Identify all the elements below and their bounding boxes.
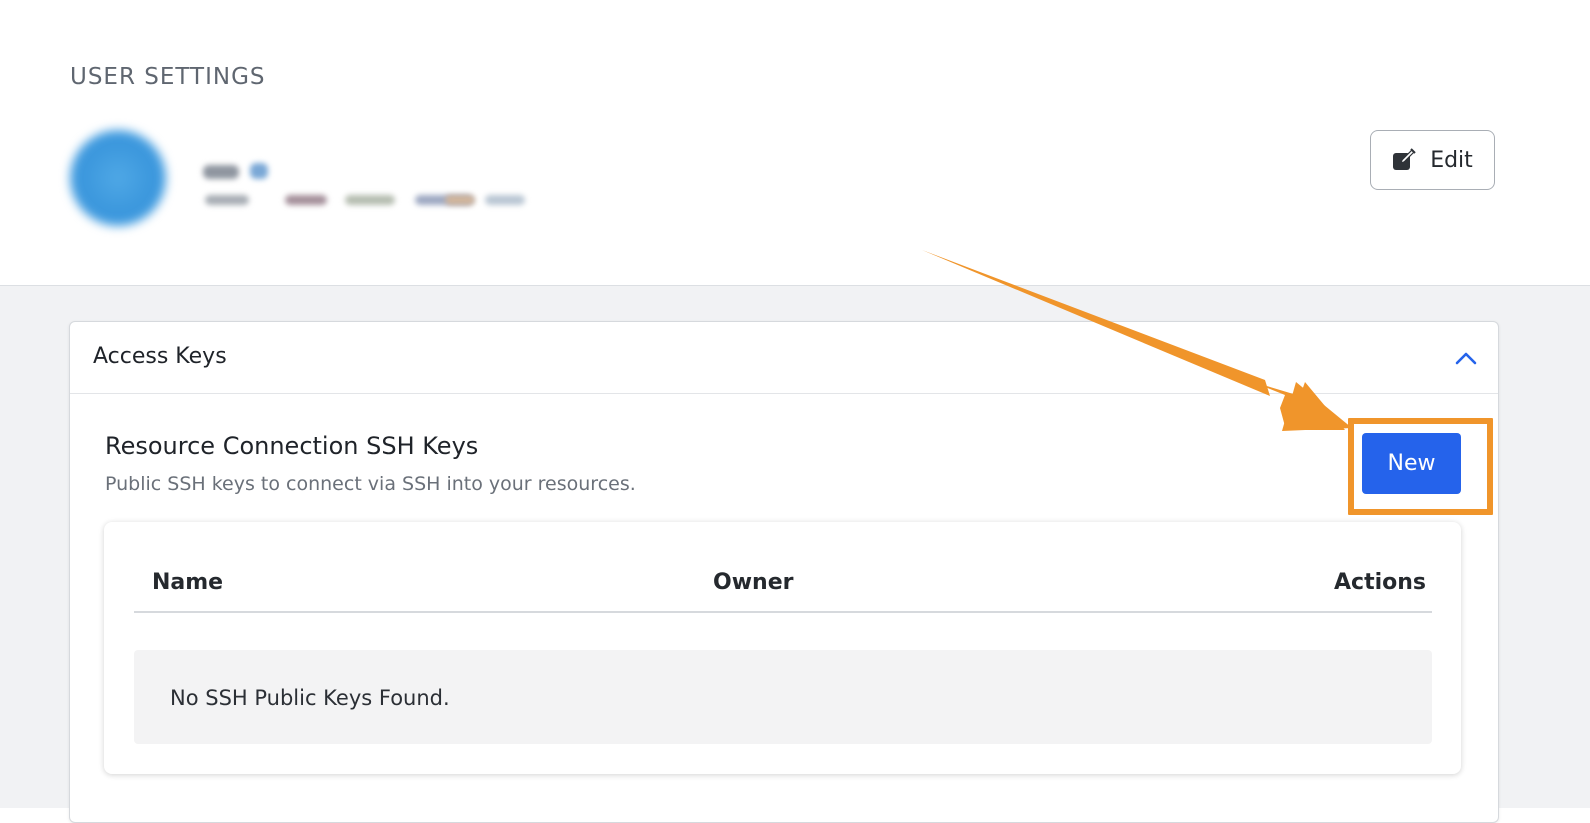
column-header-owner[interactable]: Owner [713,570,793,595]
chevron-up-icon[interactable] [1454,348,1478,368]
page-title: USER SETTINGS [70,64,266,90]
access-keys-header[interactable]: Access Keys [70,322,1498,394]
section-title: Resource Connection SSH Keys [105,432,479,460]
profile-header: USER SETTINGS Edit [0,0,1590,286]
table-header-divider [134,611,1432,613]
edit-button[interactable]: Edit [1370,130,1495,190]
column-header-name[interactable]: Name [152,570,223,595]
new-key-button[interactable]: New [1362,433,1461,494]
edit-button-label: Edit [1430,147,1473,173]
empty-state-message: No SSH Public Keys Found. [170,686,450,710]
section-subtitle: Public SSH keys to connect via SSH into … [105,473,636,495]
avatar [70,130,166,226]
access-keys-title: Access Keys [93,344,227,369]
edit-icon [1392,148,1416,172]
column-header-actions: Actions [1334,570,1426,595]
